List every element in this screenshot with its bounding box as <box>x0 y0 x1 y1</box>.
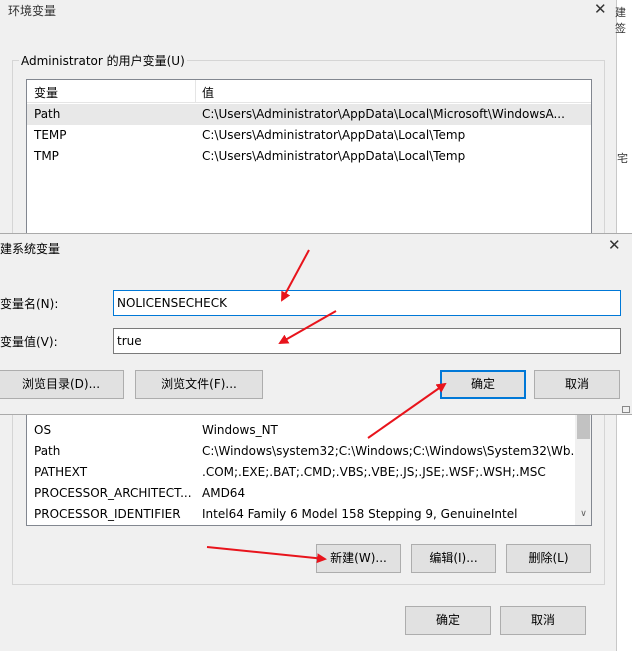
resize-grip-icon <box>622 406 630 413</box>
list-item[interactable]: TEMP C:\Users\Administrator\AppData\Loca… <box>27 125 591 146</box>
list-item[interactable]: TMP C:\Users\Administrator\AppData\Local… <box>27 146 591 167</box>
list-item[interactable]: OS Windows_NT <box>27 420 591 441</box>
vertical-scrollbar[interactable]: ∨ <box>575 405 591 525</box>
browse-file-button[interactable]: 浏览文件(F)... <box>135 370 263 399</box>
variable-value: AMD64 <box>202 486 246 500</box>
variable-name: Path <box>34 107 61 121</box>
dialog-cancel-button[interactable]: 取消 <box>534 370 620 399</box>
list-item[interactable]: PROCESSOR_IDENTIFIER Intel64 Family 6 Mo… <box>27 504 591 525</box>
cancel-button[interactable]: 取消 <box>500 606 586 635</box>
edit-variable-button[interactable]: 编辑(I)... <box>411 544 496 573</box>
column-header-value[interactable]: 值 <box>202 84 214 101</box>
close-icon[interactable]: ✕ <box>594 0 607 18</box>
variable-name: Path <box>34 444 61 458</box>
variable-value: C:\Users\Administrator\AppData\Local\Tem… <box>202 128 466 142</box>
delete-variable-button[interactable]: 删除(L) <box>506 544 591 573</box>
list-header: 变量 值 <box>27 80 591 103</box>
dialog-title: 建系统变量 <box>0 242 61 256</box>
variable-value-input[interactable] <box>113 328 621 354</box>
variable-value-label: 变量值(V): <box>0 335 58 349</box>
list-item[interactable]: Path C:\Windows\system32;C:\Windows;C:\W… <box>27 441 591 462</box>
variable-name: TEMP <box>34 128 67 142</box>
list-item[interactable]: Path C:\Users\Administrator\AppData\Loca… <box>27 104 591 125</box>
variable-value: C:\Windows\system32;C:\Windows;C:\Window… <box>202 444 582 458</box>
window-title: 环境变量 <box>8 4 57 18</box>
variable-name: PATHEXT <box>34 465 88 479</box>
variable-value: Intel64 Family 6 Model 158 Stepping 9, G… <box>202 507 518 521</box>
variable-name-input[interactable] <box>113 290 621 316</box>
list-item[interactable]: PATHEXT .COM;.EXE;.BAT;.CMD;.VBS;.VBE;.J… <box>27 462 591 483</box>
system-variables-list[interactable]: OS Windows_NT Path C:\Windows\system32;C… <box>26 405 592 526</box>
close-icon[interactable]: ✕ <box>608 236 621 254</box>
user-variables-label: Administrator 的用户变量(U) <box>19 52 187 69</box>
variable-value: C:\Users\Administrator\AppData\Local\Tem… <box>202 149 466 163</box>
variable-name: PROCESSOR_ARCHITECT... <box>34 486 192 500</box>
new-variable-button[interactable]: 新建(W)... <box>316 544 401 573</box>
column-header-variable[interactable]: 变量 <box>34 84 58 101</box>
browse-directory-button[interactable]: 浏览目录(D)... <box>0 370 124 399</box>
list-item[interactable]: PROCESSOR_ARCHITECT... AMD64 <box>27 483 591 504</box>
variable-value: .COM;.EXE;.BAT;.CMD;.VBS;.VBE;.JS;.JSE;.… <box>202 465 546 479</box>
scrollbar-thumb[interactable] <box>577 413 590 439</box>
variable-value: Windows_NT <box>202 423 278 437</box>
dialog-ok-button[interactable]: 确定 <box>440 370 526 399</box>
edge-text: 宅 <box>617 152 628 165</box>
screen: 环境变量 ✕ Administrator 的用户变量(U) 变量 值 Path … <box>0 0 632 651</box>
variable-name: PROCESSOR_IDENTIFIER <box>34 507 181 521</box>
variable-name: OS <box>34 423 52 437</box>
variable-value: C:\Users\Administrator\AppData\Local\Mic… <box>202 107 565 121</box>
variable-name-label: 变量名(N): <box>0 297 59 311</box>
ok-button[interactable]: 确定 <box>405 606 491 635</box>
scroll-down-icon[interactable]: ∨ <box>575 509 591 519</box>
user-variables-list[interactable]: 变量 值 Path C:\Users\Administrator\AppData… <box>26 79 592 241</box>
edge-text: 建签 <box>615 6 626 35</box>
new-system-variable-dialog: 建系统变量 ✕ 变量名(N): 变量值(V): 浏览目录(D)... 浏览文件(… <box>0 233 632 415</box>
variable-name: TMP <box>34 149 59 163</box>
